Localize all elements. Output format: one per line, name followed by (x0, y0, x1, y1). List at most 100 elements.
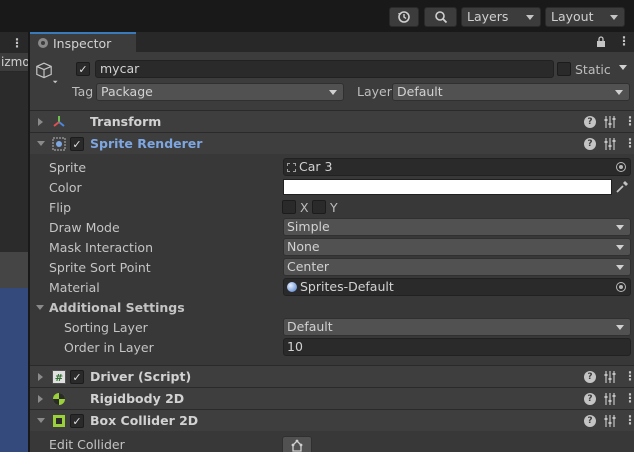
search-icon (434, 11, 447, 24)
tag-dropdown[interactable]: Package (96, 83, 344, 101)
sprite-renderer-header[interactable]: ✓ Sprite Renderer ? ⋮ (30, 132, 634, 154)
presets-icon[interactable] (604, 115, 616, 129)
flip-y-label: Y (330, 200, 338, 215)
scene-viewport[interactable] (0, 72, 28, 252)
rigidbody-2d-title: Rigidbody 2D (90, 391, 185, 406)
chevron-down-icon (526, 15, 534, 20)
sort-point-dropdown[interactable]: Center (283, 258, 631, 276)
help-icon[interactable]: ? (584, 415, 596, 427)
scene-blue-area[interactable] (0, 288, 28, 452)
sorting-layer-dropdown[interactable]: Default (283, 318, 631, 336)
component-menu-icon[interactable]: ⋮ (624, 391, 634, 406)
draw-mode-dropdown[interactable]: Simple (283, 218, 631, 236)
script-icon: # (52, 370, 66, 384)
flip-y-checkbox[interactable] (312, 200, 326, 214)
static-dropdown-arrow[interactable] (618, 60, 628, 74)
help-icon[interactable]: ? (584, 116, 596, 128)
material-field[interactable]: Sprites-Default (283, 278, 631, 296)
box-collider-icon (53, 415, 65, 427)
object-picker-icon[interactable] (616, 162, 626, 172)
top-toolbar: Layers Layout (0, 0, 634, 32)
foldout-arrow-icon[interactable] (36, 305, 44, 310)
presets-icon[interactable] (604, 137, 616, 151)
active-checkbox[interactable]: ✓ (76, 62, 90, 76)
driver-script-header[interactable]: # ✓ Driver (Script) ? ⋮ (30, 365, 634, 387)
driver-enabled-checkbox[interactable]: ✓ (70, 370, 84, 384)
prop-draw-mode: Draw Mode Simple (30, 217, 634, 237)
box-collider-2d-title: Box Collider 2D (90, 413, 199, 428)
tag-label: Tag (72, 84, 94, 99)
flip-x-checkbox[interactable] (282, 200, 296, 214)
help-icon[interactable]: ? (584, 138, 596, 150)
layout-dropdown[interactable]: Layout (545, 7, 625, 27)
svg-text:#: # (55, 373, 63, 384)
additional-settings-label: Additional Settings (49, 300, 185, 315)
sprite-renderer-title: Sprite Renderer (90, 136, 203, 151)
foldout-arrow-icon[interactable] (38, 395, 43, 403)
layer-dropdown[interactable]: Default (392, 83, 630, 101)
panel-menu-icon[interactable]: ⋮ (618, 34, 630, 48)
chevron-down-icon (616, 245, 624, 250)
prop-sort-point: Sprite Sort Point Center (30, 257, 634, 277)
foldout-arrow-icon[interactable] (38, 373, 43, 381)
object-picker-icon[interactable] (616, 282, 626, 292)
help-icon[interactable]: ? (584, 371, 596, 383)
sprite-renderer-enabled-checkbox[interactable]: ✓ (70, 137, 84, 151)
chevron-down-icon (616, 265, 624, 270)
chevron-down-icon (616, 325, 624, 330)
lock-icon[interactable] (596, 36, 606, 48)
layer-value: Default (397, 84, 443, 99)
driver-script-title: Driver (Script) (90, 369, 192, 384)
foldout-arrow-icon[interactable] (38, 118, 43, 126)
order-in-layer-label: Order in Layer (64, 340, 154, 355)
edit-collider-icon (291, 439, 303, 452)
material-icon (287, 282, 297, 292)
color-swatch[interactable] (283, 179, 612, 195)
material-label: Material (49, 280, 100, 295)
inspector-tab-bar: Inspector ⋮ (30, 32, 634, 52)
prop-flip: Flip X Y (30, 197, 634, 217)
component-menu-icon[interactable]: ⋮ (624, 369, 634, 384)
panel-menu-icon[interactable]: ⋮ (11, 37, 23, 49)
search-button[interactable] (424, 7, 457, 27)
chevron-down-icon (619, 65, 627, 70)
gameobject-icon[interactable] (36, 60, 60, 84)
sprite-field[interactable]: Car 3 (283, 158, 631, 176)
flip-label: Flip (49, 200, 72, 215)
info-icon (38, 38, 48, 48)
presets-icon[interactable] (604, 392, 616, 406)
layers-dropdown[interactable]: Layers (461, 7, 541, 27)
prop-mask-interaction: Mask Interaction None (30, 237, 634, 257)
additional-settings-foldout[interactable]: Additional Settings (30, 297, 634, 317)
component-menu-icon[interactable]: ⋮ (624, 413, 634, 428)
order-in-layer-input[interactable]: 10 (283, 338, 631, 356)
tab-label: Inspector (53, 35, 112, 51)
eyedropper-icon[interactable] (615, 180, 629, 194)
mask-interaction-dropdown[interactable]: None (283, 238, 631, 256)
tab-inspector[interactable]: Inspector (30, 32, 136, 52)
foldout-arrow-icon[interactable] (37, 418, 45, 423)
prop-sprite: Sprite Car 3 (30, 157, 634, 177)
edit-collider-button[interactable] (282, 436, 312, 452)
presets-icon[interactable] (604, 414, 616, 428)
presets-icon[interactable] (604, 370, 616, 384)
component-menu-icon[interactable]: ⋮ (624, 136, 634, 151)
transform-header[interactable]: Transform ? ⋮ (30, 110, 634, 132)
transform-title: Transform (90, 114, 162, 129)
component-menu-icon[interactable]: ⋮ (624, 114, 634, 129)
gizmos-button[interactable]: izmo (0, 53, 28, 71)
static-label: Static (575, 62, 611, 77)
rigidbody-2d-header[interactable]: Rigidbody 2D ? ⋮ (30, 387, 634, 409)
box-collider-enabled-checkbox[interactable]: ✓ (70, 414, 84, 428)
box-collider-2d-header[interactable]: ✓ Box Collider 2D ? ⋮ (30, 409, 634, 431)
material-value: Sprites-Default (300, 279, 394, 294)
foldout-arrow-icon[interactable] (37, 141, 45, 146)
history-icon (398, 11, 410, 23)
static-checkbox[interactable] (557, 62, 571, 76)
draw-mode-label: Draw Mode (49, 220, 120, 235)
sprite-icon (287, 163, 296, 172)
help-icon[interactable]: ? (584, 393, 596, 405)
object-name-input[interactable]: mycar (95, 60, 554, 78)
history-button[interactable] (389, 7, 419, 27)
edit-collider-label: Edit Collider (49, 437, 125, 452)
